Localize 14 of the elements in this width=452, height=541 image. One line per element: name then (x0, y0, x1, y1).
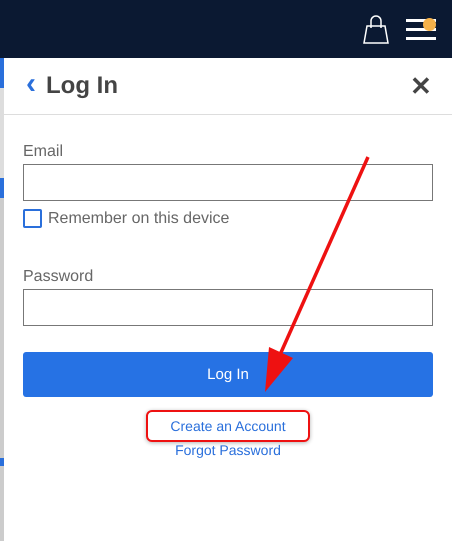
close-button[interactable]: ✕ (410, 70, 432, 102)
email-field[interactable] (23, 164, 433, 201)
highlighted-link[interactable]: Create an Account (146, 410, 310, 442)
panel-title: Log In (46, 72, 119, 100)
link[interactable]: Forgot Password (175, 442, 281, 458)
email-label: Email (23, 143, 64, 161)
shopping-bag-icon[interactable] (362, 14, 390, 44)
password-field[interactable] (23, 289, 433, 326)
login-button[interactable]: Log In (23, 352, 433, 397)
back-icon[interactable]: ‹ (26, 69, 36, 99)
remember-checkbox[interactable] (23, 209, 42, 228)
password-label: Password (23, 268, 94, 286)
menu-button[interactable] (406, 18, 436, 40)
remember-label: Remember on this device (48, 210, 230, 228)
